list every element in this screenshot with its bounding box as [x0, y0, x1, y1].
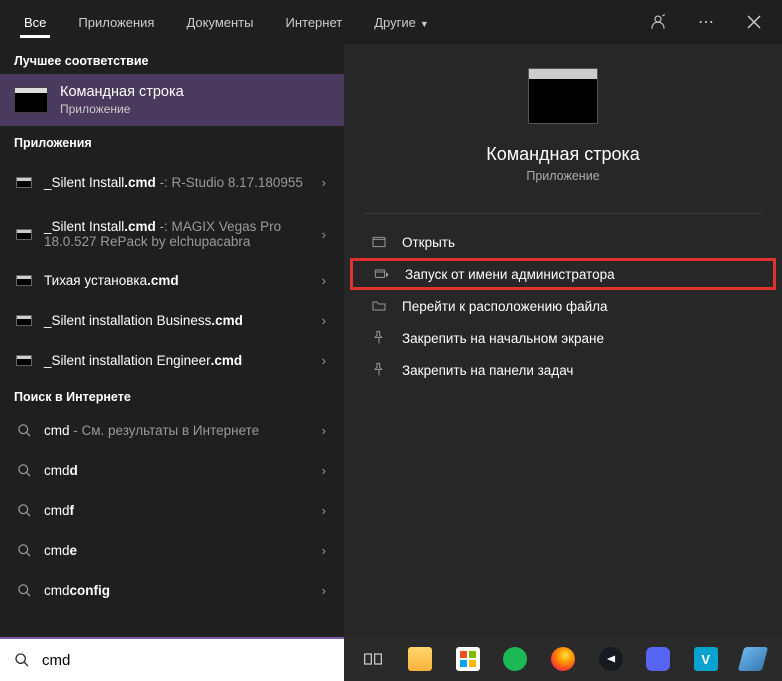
- web-result-label: cmd - См. результаты в Интернете: [44, 423, 322, 438]
- app-result[interactable]: Тихая установка.cmd ›: [0, 260, 344, 300]
- action-label: Открыть: [402, 235, 455, 250]
- tab-internet[interactable]: Интернет: [269, 7, 358, 38]
- cmd-file-icon: [14, 177, 34, 188]
- tab-all[interactable]: Все: [8, 7, 62, 38]
- chevron-right-icon: ›: [322, 175, 326, 190]
- pin-taskbar-icon: [370, 362, 388, 378]
- web-result-label: cmdconfig: [44, 583, 322, 598]
- section-web: Поиск в Интернете: [0, 380, 344, 410]
- chevron-right-icon: ›: [322, 463, 326, 478]
- search-icon: [14, 463, 34, 478]
- close-icon[interactable]: [734, 2, 774, 42]
- results-panel: Лучшее соответствие Командная строка При…: [0, 44, 344, 637]
- app-result[interactable]: _Silent installation Engineer.cmd ›: [0, 340, 344, 380]
- action-open[interactable]: Открыть: [344, 226, 782, 258]
- chevron-right-icon: ›: [322, 543, 326, 558]
- section-best-match: Лучшее соответствие: [0, 44, 344, 74]
- main-content: Лучшее соответствие Командная строка При…: [0, 44, 782, 637]
- detail-title: Командная строка: [344, 144, 782, 165]
- chevron-right-icon: ›: [322, 353, 326, 368]
- search-input[interactable]: [42, 652, 330, 669]
- best-match-subtitle: Приложение: [60, 102, 184, 116]
- search-tabs: Все Приложения Документы Интернет Другие…: [0, 0, 782, 44]
- divider: [364, 213, 762, 214]
- section-apps: Приложения: [0, 126, 344, 156]
- more-options-icon[interactable]: ⋯: [686, 2, 726, 42]
- firefox-icon[interactable]: [540, 640, 586, 678]
- app-result[interactable]: _Silent installation Business.cmd ›: [0, 300, 344, 340]
- cmd-file-icon: [14, 315, 34, 326]
- web-result[interactable]: cmdf ›: [0, 490, 344, 530]
- taskbar: V: [344, 637, 782, 681]
- app-result[interactable]: _Silent Install.cmd -: MAGIX Vegas Pro 1…: [0, 208, 344, 260]
- web-result[interactable]: cmdd ›: [0, 450, 344, 490]
- search-bar[interactable]: [0, 637, 344, 681]
- web-result-label: cmde: [44, 543, 322, 558]
- chevron-right-icon: ›: [322, 583, 326, 598]
- search-icon: [14, 652, 30, 668]
- spotify-icon[interactable]: [493, 640, 539, 678]
- vegas-icon[interactable]: V: [683, 640, 729, 678]
- app-result-label: _Silent Install.cmd -: R-Studio 8.17.180…: [44, 175, 322, 190]
- feedback-icon[interactable]: [638, 2, 678, 42]
- search-icon: [14, 503, 34, 518]
- detail-panel: Командная строка Приложение Открыть Запу…: [344, 44, 782, 637]
- chevron-down-icon: ▼: [420, 19, 429, 29]
- microsoft-store-icon[interactable]: [445, 640, 491, 678]
- tab-more[interactable]: Другие▼: [358, 7, 445, 38]
- cmd-file-icon: [14, 275, 34, 286]
- steam-icon[interactable]: [588, 640, 634, 678]
- chevron-right-icon: ›: [322, 313, 326, 328]
- folder-icon: [370, 298, 388, 314]
- action-label: Перейти к расположению файла: [402, 299, 608, 314]
- cmd-file-icon: [14, 355, 34, 366]
- app-icon[interactable]: [731, 640, 777, 678]
- app-result-label: _Silent installation Business.cmd: [44, 313, 322, 328]
- web-result[interactable]: cmdconfig ›: [0, 570, 344, 610]
- best-match-item[interactable]: Командная строка Приложение: [0, 74, 344, 126]
- detail-app-icon: [528, 68, 598, 124]
- action-pin-start[interactable]: Закрепить на начальном экране: [344, 322, 782, 354]
- web-result-label: cmdf: [44, 503, 322, 518]
- tab-documents[interactable]: Документы: [170, 7, 269, 38]
- search-icon: [14, 543, 34, 558]
- best-match-title: Командная строка: [60, 84, 184, 100]
- action-label: Запуск от имени администратора: [405, 267, 615, 282]
- action-run-as-admin[interactable]: Запуск от имени администратора: [350, 258, 776, 290]
- cmd-icon: [14, 87, 48, 113]
- action-label: Закрепить на начальном экране: [402, 331, 604, 346]
- tab-apps[interactable]: Приложения: [62, 7, 170, 38]
- app-result-label: _Silent Install.cmd -: MAGIX Vegas Pro 1…: [44, 219, 322, 249]
- chevron-right-icon: ›: [322, 227, 326, 242]
- chevron-right-icon: ›: [322, 273, 326, 288]
- web-result-label: cmdd: [44, 463, 322, 478]
- chevron-right-icon: ›: [322, 423, 326, 438]
- action-label: Закрепить на панели задач: [402, 363, 573, 378]
- open-icon: [370, 234, 388, 250]
- admin-icon: [373, 266, 391, 282]
- search-icon: [14, 423, 34, 438]
- discord-icon[interactable]: [635, 640, 681, 678]
- app-result-label: _Silent installation Engineer.cmd: [44, 353, 322, 368]
- task-view-icon[interactable]: [350, 640, 396, 678]
- app-result[interactable]: _Silent Install.cmd -: R-Studio 8.17.180…: [0, 156, 344, 208]
- detail-subtitle: Приложение: [344, 169, 782, 183]
- web-result[interactable]: cmd - См. результаты в Интернете ›: [0, 410, 344, 450]
- app-result-label: Тихая установка.cmd: [44, 273, 322, 288]
- chevron-right-icon: ›: [322, 503, 326, 518]
- search-icon: [14, 583, 34, 598]
- web-result[interactable]: cmde ›: [0, 530, 344, 570]
- action-pin-taskbar[interactable]: Закрепить на панели задач: [344, 354, 782, 386]
- file-explorer-icon[interactable]: [398, 640, 444, 678]
- cmd-file-icon: [14, 229, 34, 240]
- action-open-location[interactable]: Перейти к расположению файла: [344, 290, 782, 322]
- pin-start-icon: [370, 330, 388, 346]
